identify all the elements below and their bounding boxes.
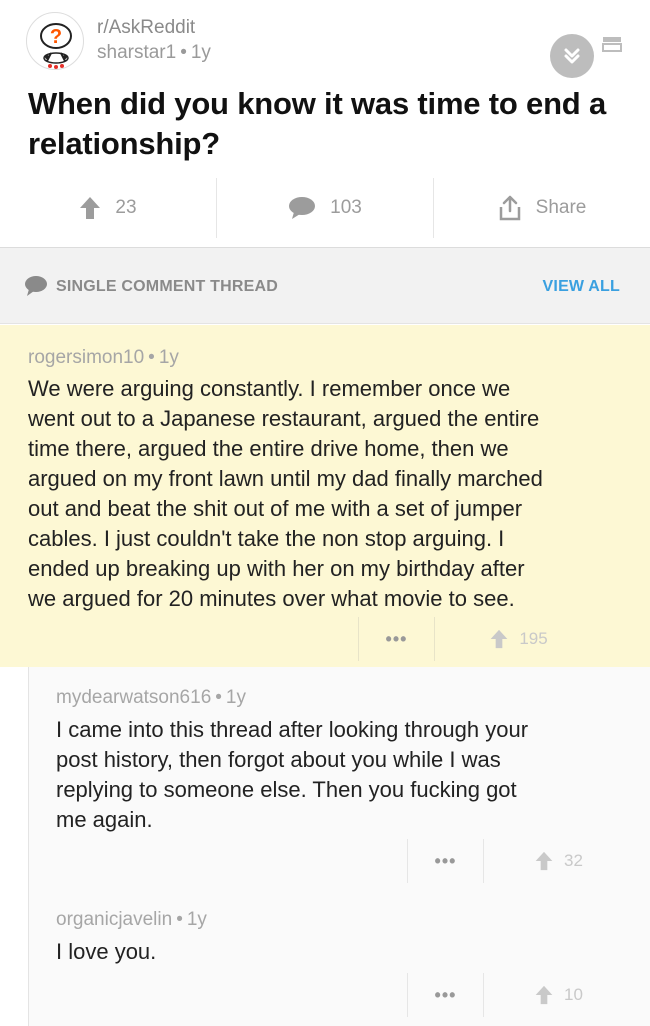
separator-dot: • [180, 42, 187, 63]
more-dots-icon: ••• [434, 850, 457, 871]
comment-upvote-button[interactable]: 195 [434, 617, 602, 661]
reply-meta: mydearwatson616 • 1y [56, 687, 246, 709]
comment-line: argued on my front lawn until my dad fin… [28, 466, 543, 491]
separator-dot: • [176, 909, 183, 930]
post-actions: 23 103 Share [0, 178, 650, 238]
upvote-arrow-icon [490, 629, 508, 649]
card-view-icon[interactable] [602, 36, 622, 52]
comment-bubble-icon [25, 276, 47, 296]
comment-author[interactable]: rogersimon10 [28, 347, 144, 368]
reply-upvote-button[interactable]: 32 [483, 839, 633, 883]
more-dots-icon: ••• [385, 628, 408, 649]
svg-text:?: ? [50, 26, 62, 48]
share-label: Share [535, 197, 587, 218]
comment-line: We were arguing constantly. I remember o… [28, 376, 511, 401]
more-dots-icon: ••• [434, 984, 457, 1005]
reply-author[interactable]: organicjavelin [56, 909, 172, 930]
thread-label: SINGLE COMMENT THREAD [56, 278, 278, 295]
reply-line: post history, then forgot about you whil… [56, 747, 501, 772]
post-title[interactable]: When did you know it was time to end a r… [28, 84, 608, 164]
comment-line: out and beat the shit out of me with a s… [28, 496, 523, 521]
comment-age: 1y [158, 347, 179, 368]
reply-score: 32 [564, 851, 583, 870]
view-all-link[interactable]: VIEW ALL [543, 278, 620, 296]
comment-line: ended up breaking up with her on my birt… [28, 556, 525, 581]
more-options-button[interactable]: ••• [407, 839, 483, 883]
comment-line: we argued for 20 minutes over what movie… [28, 586, 515, 611]
collapse-button[interactable] [550, 34, 594, 78]
post-author[interactable]: sharstar1 [97, 42, 176, 63]
more-options-button[interactable]: ••• [358, 617, 434, 661]
post-age: 1y [190, 42, 211, 63]
comment-score: 195 [519, 629, 548, 648]
reply-body[interactable]: I came into this thread after looking th… [56, 715, 636, 835]
subreddit-avatar[interactable]: ? [26, 12, 84, 70]
upvote-arrow-icon [535, 851, 553, 871]
post-author-line: sharstar1 • 1y [97, 42, 211, 64]
reply-score: 10 [564, 985, 583, 1004]
reply-line: I love you. [56, 939, 157, 964]
replies: mydearwatson616 • 1y I came into this thre… [0, 667, 650, 1026]
comment-line: cables. I just couldn't take the non sto… [28, 526, 505, 551]
collapse-chevron-icon [564, 48, 580, 64]
separator-dot: • [148, 347, 155, 368]
more-options-button[interactable]: ••• [407, 973, 483, 1017]
reply-upvote-button[interactable]: 10 [483, 973, 633, 1017]
reply-age: 1y [225, 687, 246, 708]
comment-count: 103 [330, 197, 362, 218]
share-button[interactable]: Share [433, 178, 650, 238]
upvote-count: 23 [115, 197, 137, 218]
reply-line: me again. [56, 807, 153, 832]
reply-age: 1y [186, 909, 207, 930]
snoo-avatar-icon: ? [40, 23, 72, 69]
comment-line: went out to a Japanese restaurant, argue… [28, 406, 540, 431]
comment-bubble-icon [289, 197, 316, 219]
upvote-arrow-icon [535, 985, 553, 1005]
comment-line: time there, argued the entire drive home… [28, 436, 509, 461]
reply-author[interactable]: mydearwatson616 [56, 687, 211, 708]
upvote-arrow-icon [80, 197, 101, 219]
highlighted-comment[interactable]: rogersimon10 • 1y We were arguing constant… [0, 325, 650, 667]
reply-actions: ••• 32 [407, 839, 633, 883]
reply-body[interactable]: I love you. [56, 937, 636, 967]
thread-bar: SINGLE COMMENT THREAD VIEW ALL [0, 248, 650, 324]
separator-dot: • [215, 687, 222, 708]
post-header: ? r/AskReddit sharstar1 • 1y When did you … [0, 0, 650, 248]
comments-button[interactable]: 103 [216, 178, 433, 238]
subreddit-name[interactable]: r/AskReddit [97, 17, 195, 39]
share-icon [499, 195, 520, 221]
comment-meta: rogersimon10 • 1y [28, 347, 179, 369]
comment-body: We were arguing constantly. I remember o… [28, 374, 628, 614]
upvote-button[interactable]: 23 [0, 178, 216, 238]
reply-line: I came into this thread after looking th… [56, 717, 529, 742]
reply-line: replying to someone else. Then you fucki… [56, 777, 517, 802]
thread-indent-line [28, 667, 29, 1026]
comment-actions: ••• 195 [358, 617, 602, 661]
reply-actions: ••• 10 [407, 973, 633, 1017]
reply-meta: organicjavelin • 1y [56, 909, 207, 931]
